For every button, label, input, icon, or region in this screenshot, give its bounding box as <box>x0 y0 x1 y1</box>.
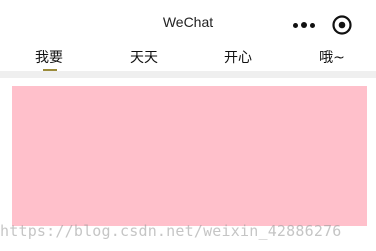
tab-kaixin[interactable]: 开心 <box>191 47 285 67</box>
tab-woyao[interactable]: 我要 <box>2 47 96 67</box>
dot-icon <box>310 22 315 28</box>
target-close-icon[interactable] <box>330 13 354 37</box>
capsule-menu <box>286 13 362 37</box>
content-block <box>12 86 367 226</box>
tab-divider <box>0 71 376 78</box>
tab-o[interactable]: 哦~ <box>285 47 376 67</box>
dot-icon <box>293 22 298 28</box>
tab-bar: 我要 天天 开心 哦~ <box>0 44 376 70</box>
navigation-bar: WeChat <box>0 0 376 44</box>
dot-icon <box>301 22 307 28</box>
tab-tiantian[interactable]: 天天 <box>97 47 191 67</box>
more-dots-icon[interactable] <box>286 13 322 37</box>
watermark-text: https://blog.csdn.net/weixin_42886276 <box>0 222 342 240</box>
wechat-mini-program-page: WeChat 我要 天天 开心 哦~ https://blog.csdn.net… <box>0 0 376 251</box>
